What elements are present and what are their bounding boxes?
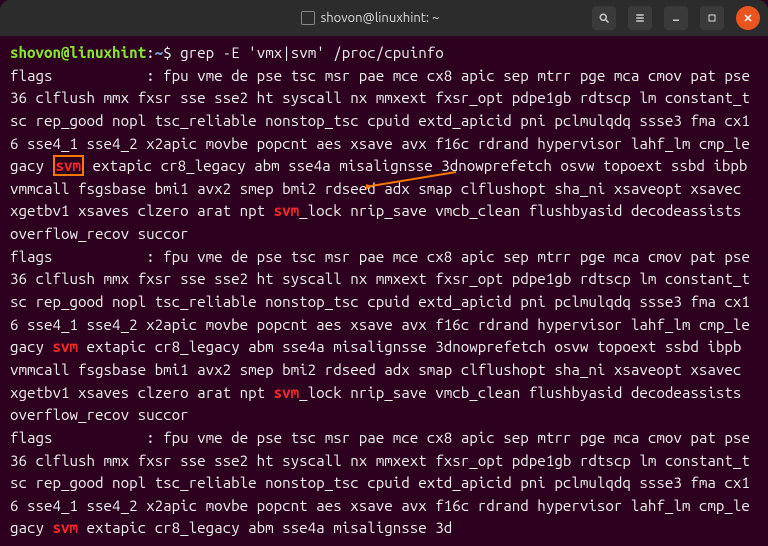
maximize-button[interactable]: [700, 6, 724, 30]
grep-match: svm: [274, 202, 300, 219]
close-icon: [742, 12, 754, 24]
prompt-dollar: $: [163, 44, 172, 61]
grep-match: svm: [274, 384, 300, 401]
output-block-2: flags : fpu vme de pse tsc msr pae mce c…: [10, 246, 758, 427]
window-controls: [592, 6, 760, 30]
close-button[interactable]: [736, 6, 760, 30]
prompt-path: ~: [155, 44, 164, 61]
maximize-icon: [706, 12, 718, 24]
terminal-icon: [301, 11, 315, 25]
output-block-1: flags : fpu vme de pse tsc msr pae mce c…: [10, 65, 758, 246]
output-block-3: flags : fpu vme de pse tsc msr pae mce c…: [10, 427, 758, 540]
command-text: grep -E 'vmx|svm' /proc/cpuinfo: [172, 44, 444, 61]
minimize-icon: [670, 12, 682, 24]
prompt-line: shovon@linuxhint:~$ grep -E 'vmx|svm' /p…: [10, 42, 758, 65]
flags-label: flags :: [10, 65, 155, 88]
flags-seg-short: extapic cr8_legacy abm sse4a misalignsse…: [78, 519, 452, 536]
title-text: shovon@linuxhint: ~: [321, 11, 440, 25]
menu-button[interactable]: [628, 6, 652, 30]
search-button[interactable]: [592, 6, 616, 30]
grep-match-annotated: svm: [53, 155, 85, 176]
prompt-user-host: shovon@linuxhint: [10, 44, 146, 61]
minimize-button[interactable]: [664, 6, 688, 30]
window-title: shovon@linuxhint: ~: [301, 11, 440, 25]
grep-match: svm: [53, 338, 79, 355]
prompt-colon: :: [146, 44, 155, 61]
search-icon: [598, 12, 610, 24]
menu-icon: [634, 12, 646, 24]
flags-label: flags :: [10, 246, 155, 269]
flags-label: flags :: [10, 427, 155, 450]
terminal-content[interactable]: shovon@linuxhint:~$ grep -E 'vmx|svm' /p…: [0, 36, 768, 546]
grep-match: svm: [53, 519, 79, 536]
window-titlebar: shovon@linuxhint: ~: [0, 0, 768, 36]
